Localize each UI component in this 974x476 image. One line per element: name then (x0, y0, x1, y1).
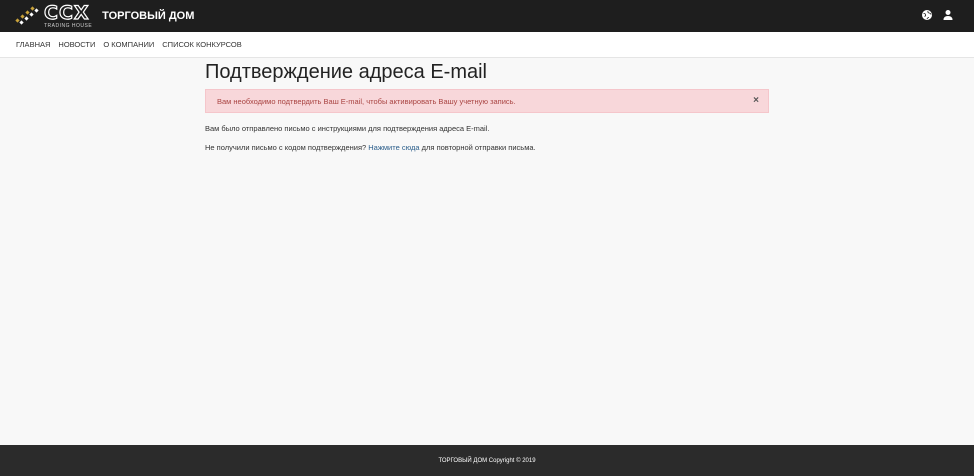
nav-item-tenders[interactable]: СПИСОК КОНКУРСОВ (162, 40, 242, 49)
resend-link[interactable]: Нажмите сюда (368, 143, 419, 152)
top-header: CCX TRADING HOUSE ТОРГОВЫЙ ДОМ (0, 0, 974, 32)
resend-message: Не получили письмо с кодом подтверждения… (205, 143, 769, 152)
brand-name[interactable]: ТОРГОВЫЙ ДОМ (102, 10, 194, 22)
nav-item-about[interactable]: О КОМПАНИИ (103, 40, 154, 49)
sent-message: Вам было отправлено письмо с инструкциям… (205, 124, 490, 133)
logo-subtitle: TRADING HOUSE (44, 22, 93, 29)
logo-wordmark: CCX (43, 1, 90, 24)
nav-item-news[interactable]: НОВОСТИ (58, 40, 95, 49)
footer-copyright: ТОРГОВЫЙ ДОМ Copyright © 2019 (438, 457, 536, 464)
resend-text-after: для повторной отправки письма. (419, 143, 536, 152)
nav-item-home[interactable]: ГЛАВНАЯ (16, 40, 50, 49)
alert-text: Вам необходимо подтвердить Ваш E-mail, ч… (217, 96, 516, 106)
logo-mark-icon (15, 6, 39, 25)
user-icon[interactable] (942, 9, 954, 21)
main-navigation: ГЛАВНАЯ НОВОСТИ О КОМПАНИИ СПИСОК КОНКУР… (0, 32, 974, 58)
alert-close-button[interactable]: × (753, 96, 759, 106)
logo[interactable]: CCX TRADING HOUSE (14, 0, 92, 32)
resend-text-before: Не получили письмо с кодом подтверждения… (205, 143, 369, 152)
verification-alert: Вам необходимо подтвердить Ваш E-mail, ч… (205, 89, 769, 113)
globe-icon[interactable] (921, 9, 933, 21)
page-title: Подтверждение адреса E-mail (205, 61, 487, 83)
main-content: Подтверждение адреса E-mail Вам необходи… (205, 60, 769, 152)
footer: ТОРГОВЫЙ ДОМ Copyright © 2019 (0, 445, 974, 476)
